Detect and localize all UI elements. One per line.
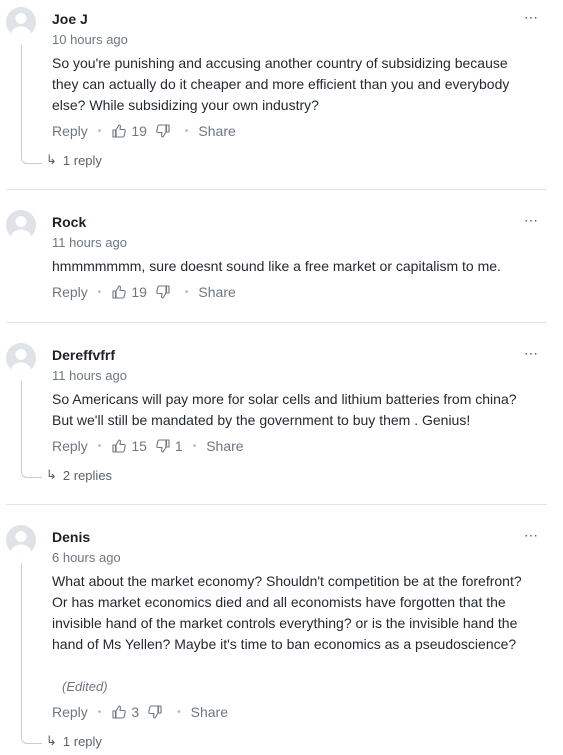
replies-count-label: 2 replies bbox=[62, 467, 113, 483]
share-button[interactable]: Share bbox=[198, 284, 235, 300]
comment-actions: Reply • 3 • Share bbox=[52, 703, 228, 721]
reply-button[interactable]: Reply bbox=[52, 438, 88, 454]
reply-button[interactable]: Reply bbox=[52, 284, 88, 300]
like-count: 3 bbox=[131, 704, 140, 720]
thumbs-up-icon[interactable] bbox=[111, 438, 127, 454]
ellipsis-icon[interactable]: ⋯ bbox=[524, 528, 538, 542]
edited-label: (Edited) bbox=[62, 679, 108, 694]
comment-text: What about the market economy? Shouldn't… bbox=[52, 573, 522, 652]
ellipsis-icon[interactable]: ⋯ bbox=[524, 346, 538, 360]
ellipsis-icon[interactable]: ⋯ bbox=[524, 213, 538, 227]
separator-dot: • bbox=[97, 286, 102, 298]
thread-line bbox=[21, 563, 42, 744]
like-count: 19 bbox=[131, 123, 147, 139]
thumbs-down-icon[interactable] bbox=[147, 704, 163, 720]
comment-timestamp: 10 hours ago bbox=[52, 32, 128, 47]
avatar[interactable] bbox=[6, 525, 36, 555]
thumbs-down-icon[interactable] bbox=[155, 284, 171, 300]
comment-actions: Reply • 19 • Share bbox=[52, 283, 236, 301]
thumbs-down-icon[interactable] bbox=[155, 123, 171, 139]
thumbs-up-icon[interactable] bbox=[111, 123, 127, 139]
comment-text: So Americans will pay more for solar cel… bbox=[52, 391, 517, 428]
avatar[interactable] bbox=[6, 7, 36, 37]
reply-arrow-icon: ↳ bbox=[46, 467, 57, 482]
share-button[interactable]: Share bbox=[206, 438, 243, 454]
separator-dot: • bbox=[177, 706, 181, 718]
separator-dot: • bbox=[97, 440, 102, 452]
like-count: 19 bbox=[131, 284, 147, 300]
comment-actions: Reply • 15 1 • Share bbox=[52, 437, 244, 455]
comment-text: hmmmmmmm, sure doesnt sound like a free … bbox=[52, 258, 501, 274]
thread-line bbox=[21, 381, 42, 478]
reply-arrow-icon: ↳ bbox=[46, 733, 57, 748]
comment-author[interactable]: Denis bbox=[52, 529, 90, 545]
view-replies-button[interactable]: ↳ 1 reply bbox=[46, 152, 102, 168]
thumbs-down-icon[interactable] bbox=[155, 438, 171, 454]
like-count: 15 bbox=[131, 438, 147, 454]
thread-line bbox=[21, 45, 42, 164]
separator-dot: • bbox=[97, 706, 102, 718]
comment-author[interactable]: Joe J bbox=[52, 11, 88, 27]
view-replies-button[interactable]: ↳ 1 reply bbox=[46, 733, 102, 749]
thumbs-up-icon[interactable] bbox=[111, 284, 127, 300]
share-button[interactable]: Share bbox=[191, 704, 228, 720]
comment-text: So you're punishing and accusing another… bbox=[52, 55, 510, 113]
view-replies-button[interactable]: ↳ 2 replies bbox=[46, 467, 112, 483]
share-button[interactable]: Share bbox=[198, 123, 235, 139]
separator-dot: • bbox=[97, 125, 102, 137]
comment-timestamp: 11 hours ago bbox=[52, 368, 127, 383]
separator-dot: • bbox=[192, 440, 197, 452]
avatar[interactable] bbox=[6, 343, 36, 373]
dislike-count: 1 bbox=[174, 438, 183, 454]
comment-timestamp: 6 hours ago bbox=[52, 550, 121, 565]
reply-arrow-icon: ↳ bbox=[46, 152, 57, 167]
thumbs-up-icon[interactable] bbox=[111, 704, 127, 720]
comment-actions: Reply • 19 • Share bbox=[52, 122, 236, 140]
replies-count-label: 1 reply bbox=[62, 152, 102, 168]
separator-dot: • bbox=[184, 286, 189, 298]
comment-divider bbox=[6, 189, 547, 190]
reply-button[interactable]: Reply bbox=[52, 704, 88, 720]
reply-button[interactable]: Reply bbox=[52, 123, 88, 139]
avatar[interactable] bbox=[6, 210, 36, 240]
comment-divider bbox=[6, 504, 547, 505]
ellipsis-icon[interactable]: ⋯ bbox=[524, 10, 538, 24]
separator-dot: • bbox=[184, 125, 189, 137]
comment-timestamp: 11 hours ago bbox=[52, 235, 127, 250]
replies-count-label: 1 reply bbox=[62, 733, 102, 749]
comment-divider bbox=[6, 322, 547, 323]
comment-author[interactable]: Rock bbox=[52, 214, 86, 230]
comment-author[interactable]: Dereffvfrf bbox=[52, 347, 115, 363]
